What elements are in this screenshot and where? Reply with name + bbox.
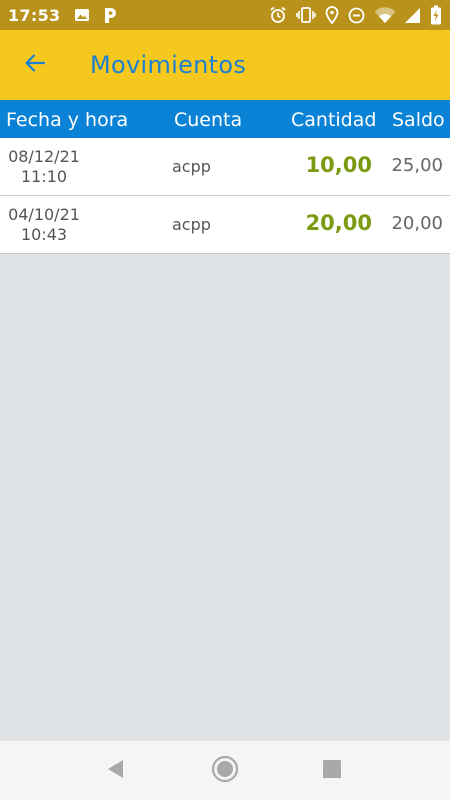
column-header-balance: Saldo [392, 109, 445, 131]
nav-back-button[interactable] [100, 755, 132, 787]
status-bar: 17:53 [0, 0, 450, 30]
alarm-icon [269, 6, 287, 24]
status-right-icons [269, 5, 442, 25]
status-left-icons [74, 6, 118, 24]
column-header-date: Fecha y hora [6, 109, 129, 131]
location-icon [325, 6, 339, 24]
app-bar: Movimientos [0, 30, 450, 100]
row-date: 04/10/21 [8, 205, 80, 224]
row-date: 08/12/21 [8, 147, 80, 166]
nav-home-button[interactable] [209, 755, 241, 787]
signal-icon [405, 7, 421, 24]
nav-recents-button[interactable] [316, 755, 348, 787]
dnd-icon [348, 7, 365, 24]
back-button[interactable] [0, 30, 70, 100]
navigation-bar [0, 740, 450, 800]
row-balance: 20,00 [391, 213, 443, 234]
row-amount: 20,00 [305, 211, 372, 235]
recents-square-icon [322, 759, 342, 784]
table-row[interactable]: 08/12/21 11:10 acpp 10,00 25,00 [0, 138, 450, 196]
parking-icon [102, 6, 118, 24]
row-account: acpp [172, 157, 211, 176]
table-header: Fecha y hora Cuenta Cantidad Saldo [0, 100, 450, 138]
row-datetime: 04/10/21 10:43 [6, 205, 82, 245]
table-row[interactable]: 04/10/21 10:43 acpp 20,00 20,00 [0, 196, 450, 254]
battery-charging-icon [430, 5, 442, 25]
arrow-left-icon [23, 51, 47, 80]
row-amount: 10,00 [305, 153, 372, 177]
column-header-account: Cuenta [174, 109, 243, 131]
row-account: acpp [172, 215, 211, 234]
status-time: 17:53 [8, 5, 61, 25]
row-time: 10:43 [20, 225, 68, 244]
back-triangle-icon [106, 758, 126, 785]
row-balance: 25,00 [391, 155, 443, 176]
row-time: 11:10 [20, 167, 68, 186]
image-icon [74, 7, 90, 23]
page-title: Movimientos [90, 51, 247, 79]
column-header-amount: Cantidad [291, 109, 377, 131]
movements-list: 08/12/21 11:10 acpp 10,00 25,00 04/10/21… [0, 138, 450, 254]
home-circle-icon [211, 755, 239, 788]
vibrate-icon [296, 6, 316, 24]
wifi-icon [374, 6, 396, 24]
row-datetime: 08/12/21 11:10 [6, 147, 82, 187]
